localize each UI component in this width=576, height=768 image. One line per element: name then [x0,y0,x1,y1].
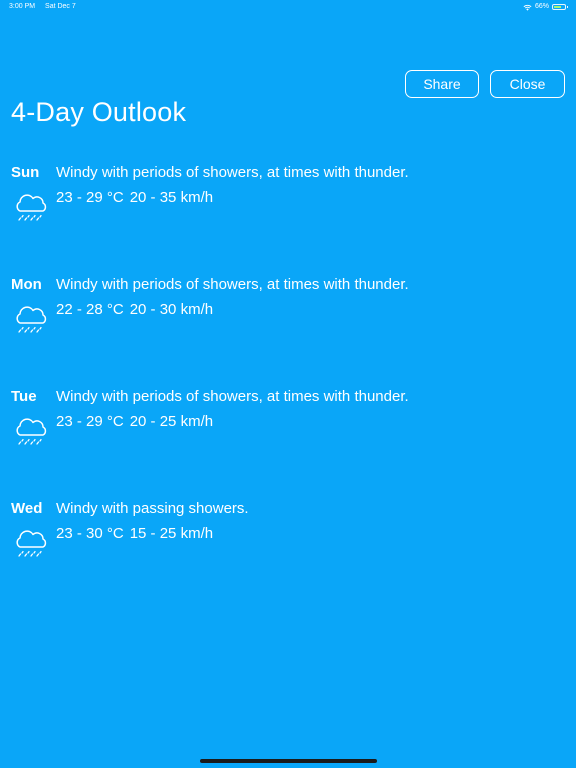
forecast-description: Windy with periods of showers, at times … [56,388,409,405]
status-date: Sat Dec 7 [45,3,76,10]
rain-cloud-icon [16,530,47,557]
status-left: 3:00 PM Sat Dec 7 [9,0,84,14]
forecast-row-tue: Tue Windy with periods of showers, at ti… [0,388,576,458]
wind-speed: 15 - 25 km/h [129,525,214,542]
day-name: Sun [11,164,40,181]
home-indicator[interactable] [200,759,377,763]
forecast-description: Windy with passing showers. [56,500,249,517]
wind-speed: 20 - 25 km/h [129,413,214,430]
forecast-stats: 22 - 28 °C 20 - 30 km/h [56,301,213,318]
share-button[interactable]: Share [405,70,479,98]
rain-cloud-icon [16,194,47,221]
forecast-stats: 23 - 29 °C 20 - 25 km/h [56,413,213,430]
forecast-row-sun: Sun Windy with periods of showers, at ti… [0,164,576,234]
temperature-range: 23 - 30 °C [56,525,124,542]
forecast-description: Windy with periods of showers, at times … [56,276,409,293]
battery-fill [554,6,561,8]
forecast-stats: 23 - 30 °C 15 - 25 km/h [56,525,213,542]
status-time: 3:00 PM [9,3,36,10]
rain-cloud-icon [16,306,47,333]
forecast-description: Windy with periods of showers, at times … [56,164,409,181]
rain-cloud-icon [16,418,47,445]
wind-speed: 20 - 30 km/h [129,301,214,318]
temperature-range: 22 - 28 °C [56,301,124,318]
day-name: Mon [11,276,42,293]
temperature-range: 23 - 29 °C [56,189,124,206]
battery-nub [567,6,568,8]
forecast-row-wed: Wed Windy with passing showers. 23 - 30 … [0,500,576,570]
forecast-row-mon: Mon Windy with periods of showers, at ti… [0,276,576,346]
battery-icon [552,4,568,10]
temperature-range: 23 - 29 °C [56,413,124,430]
battery-percent: 66% [534,3,549,10]
day-name: Tue [11,388,37,405]
close-button[interactable]: Close [490,70,565,98]
wind-speed: 20 - 35 km/h [129,189,214,206]
page-title: 4-Day Outlook [11,97,187,127]
wifi-icon [523,4,532,11]
forecast-stats: 23 - 29 °C 20 - 35 km/h [56,189,213,206]
status-right: 66% [523,0,568,14]
status-bar: 3:00 PM Sat Dec 7 66% [0,0,576,14]
day-name: Wed [11,500,43,517]
